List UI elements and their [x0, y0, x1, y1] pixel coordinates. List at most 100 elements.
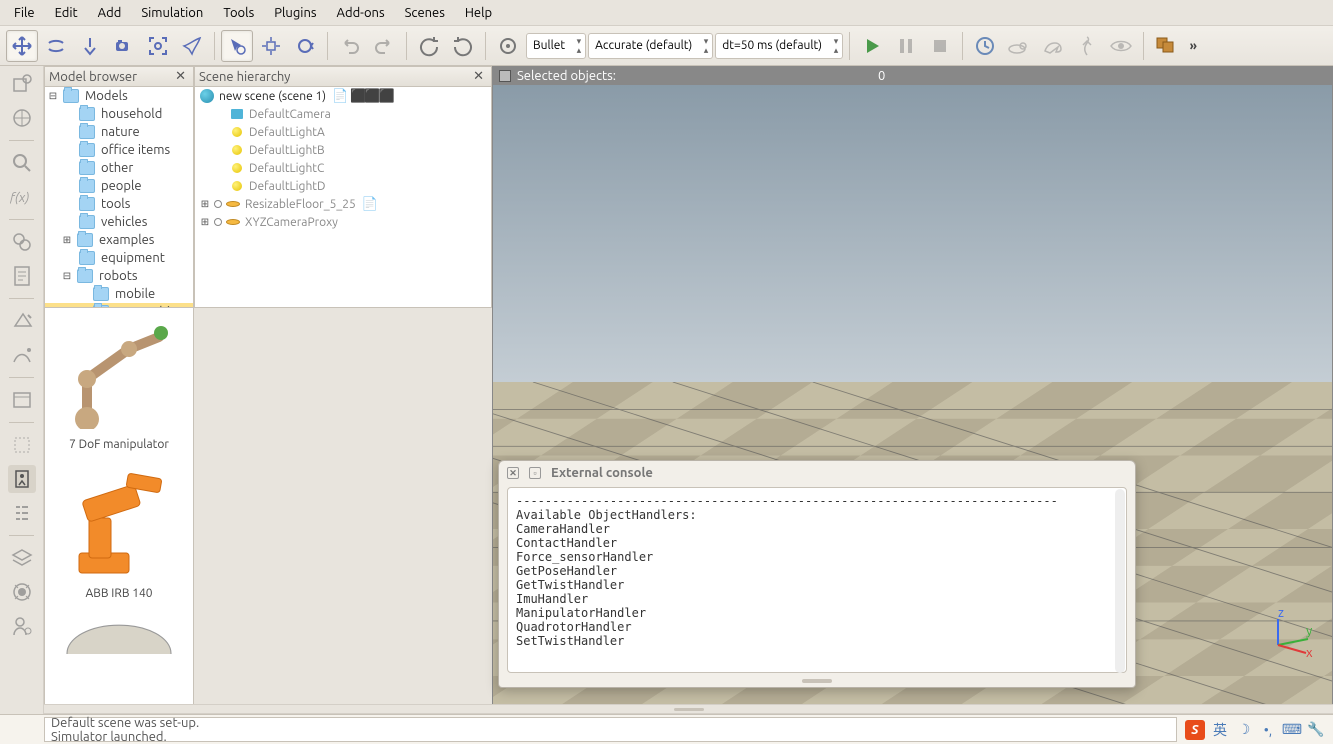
dynamics-button[interactable] — [492, 30, 524, 62]
path-edit-button[interactable] — [8, 341, 36, 369]
tree-item-examples[interactable]: examples — [97, 233, 154, 247]
fit-to-view-button[interactable] — [142, 30, 174, 62]
pause-button[interactable] — [890, 30, 922, 62]
menu-help[interactable]: Help — [455, 2, 502, 24]
tree-item-tools[interactable]: tools — [99, 197, 130, 211]
tray-punct-icon[interactable]: •, — [1259, 721, 1277, 739]
avi-record-button[interactable] — [8, 578, 36, 606]
collections-button[interactable] — [8, 228, 36, 256]
menu-addons[interactable]: Add-ons — [327, 2, 395, 24]
accuracy-select[interactable]: Accurate (default) — [588, 33, 713, 59]
menu-tools[interactable]: Tools — [213, 2, 264, 24]
console-output[interactable]: ----------------------------------------… — [507, 487, 1127, 673]
scene-hierarchy-title: Scene hierarchy — [199, 70, 290, 84]
sh-xyz-proxy[interactable]: XYZCameraProxy — [245, 216, 338, 229]
timestep-select[interactable]: dt=50 ms (default) — [715, 33, 843, 59]
model-browser-toggle[interactable] — [8, 465, 36, 493]
menu-scenes[interactable]: Scenes — [395, 2, 455, 24]
close-icon[interactable]: ✕ — [470, 69, 487, 84]
svg-text:x: x — [1306, 646, 1313, 657]
undo-sim-button[interactable] — [413, 30, 445, 62]
tree-item-office[interactable]: office items — [99, 143, 170, 157]
rotate-object-button[interactable] — [289, 30, 321, 62]
tree-item-nature[interactable]: nature — [99, 125, 140, 139]
scene-hierarchy-tree[interactable]: new scene (scene 1) 📄⬛⬛⬛ DefaultCamera D… — [195, 87, 491, 307]
thumb-abb140[interactable]: ABB IRB 140 — [45, 457, 193, 606]
tree-item-mobile[interactable]: mobile — [113, 287, 155, 301]
sh-light-c[interactable]: DefaultLightC — [249, 162, 324, 175]
realtime-button[interactable] — [969, 30, 1001, 62]
sh-camera[interactable]: DefaultCamera — [249, 108, 331, 121]
page-select-button[interactable] — [1150, 30, 1182, 62]
ime-lang-button[interactable]: 英 — [1211, 721, 1229, 739]
console-close-button[interactable]: ✕ — [507, 467, 519, 479]
status-resize-handle[interactable] — [44, 704, 1333, 714]
tray-settings-icon[interactable]: 🔧 — [1307, 721, 1325, 739]
threaded-button[interactable] — [1071, 30, 1103, 62]
menu-add[interactable]: Add — [88, 2, 132, 24]
menu-plugins[interactable]: Plugins — [264, 2, 326, 24]
redo-sim-button[interactable] — [447, 30, 479, 62]
ui-edit-button[interactable] — [8, 386, 36, 414]
sh-light-d[interactable]: DefaultLightD — [249, 180, 326, 193]
selection-button[interactable] — [8, 431, 36, 459]
fast-button[interactable] — [1037, 30, 1069, 62]
tray-moon-icon[interactable]: ☽ — [1235, 721, 1253, 739]
pan-camera-button[interactable] — [6, 30, 38, 62]
stop-button[interactable] — [924, 30, 956, 62]
visualize-button[interactable] — [1105, 30, 1137, 62]
tree-item-nonmobile[interactable]: non mobi — [113, 305, 170, 307]
rotate-camera-button[interactable] — [40, 30, 72, 62]
user-settings-button[interactable] — [8, 612, 36, 640]
console-min-button[interactable]: ▫ — [529, 467, 541, 479]
menu-simulation[interactable]: Simulation — [131, 2, 213, 24]
tree-item-robots[interactable]: robots — [97, 269, 137, 283]
play-button[interactable] — [856, 30, 888, 62]
system-tray: S 英 ☽ •, ⌨ 🔧 — [1177, 715, 1333, 744]
left-toolbar: f(x) — [0, 66, 44, 714]
tree-item-vehicles[interactable]: vehicles — [99, 215, 147, 229]
tree-item-people[interactable]: people — [99, 179, 142, 193]
select-button[interactable] — [221, 30, 253, 62]
scripts-button[interactable] — [8, 262, 36, 290]
model-browser-tree[interactable]: ⊟Models household nature office items ot… — [45, 87, 193, 307]
sh-light-a[interactable]: DefaultLightA — [249, 126, 325, 139]
tree-item-other[interactable]: other — [99, 161, 133, 175]
scene-properties-button[interactable] — [8, 70, 36, 98]
model-thumbnails[interactable]: 7 DoF manipulator ABB IRB 140 — [44, 308, 194, 714]
thumb-partial[interactable] — [45, 606, 193, 658]
tray-keyboard-icon[interactable]: ⌨ — [1283, 721, 1301, 739]
redo-button[interactable] — [368, 30, 400, 62]
zoom-button[interactable] — [8, 149, 36, 177]
camera-angle-button[interactable] — [108, 30, 140, 62]
tree-item-equipment[interactable]: equipment — [99, 251, 165, 265]
console-scrollbar[interactable] — [1115, 489, 1125, 673]
layers-button[interactable] — [8, 544, 36, 572]
menu-edit[interactable]: Edit — [45, 2, 88, 24]
sh-light-b[interactable]: DefaultLightB — [249, 144, 325, 157]
close-icon[interactable]: ✕ — [172, 69, 189, 84]
thumb-7dof[interactable]: 7 DoF manipulator — [45, 308, 193, 457]
viewport-header: Selected objects: 0 — [493, 67, 1332, 85]
scene-label[interactable]: new scene (scene 1) — [219, 90, 326, 103]
fly-mode-button[interactable] — [176, 30, 208, 62]
sogou-ime-icon[interactable]: S — [1185, 720, 1205, 740]
scene-hierarchy-panel: Scene hierarchy ✕ new scene (scene 1) 📄⬛⬛… — [194, 66, 492, 308]
shape-edit-button[interactable] — [8, 307, 36, 335]
tree-item-household[interactable]: household — [99, 107, 162, 121]
menu-file[interactable]: File — [4, 2, 45, 24]
external-console-window[interactable]: ✕ ▫ External console -------------------… — [498, 460, 1136, 688]
slow-button[interactable] — [1003, 30, 1035, 62]
toolbar-overflow[interactable]: » — [1184, 39, 1202, 53]
undo-button[interactable] — [334, 30, 366, 62]
hierarchy-toggle[interactable] — [8, 499, 36, 527]
physics-engine-select[interactable]: Bullet — [526, 33, 586, 59]
calc-button[interactable]: f(x) — [8, 183, 36, 211]
sh-floor[interactable]: ResizableFloor_5_25 — [245, 198, 356, 211]
tree-root[interactable]: Models — [83, 89, 128, 103]
console-resize-handle[interactable] — [499, 675, 1135, 687]
move-object-button[interactable] — [255, 30, 287, 62]
shift-camera-button[interactable] — [74, 30, 106, 62]
svg-text:y: y — [1306, 624, 1312, 638]
environment-button[interactable] — [8, 104, 36, 132]
